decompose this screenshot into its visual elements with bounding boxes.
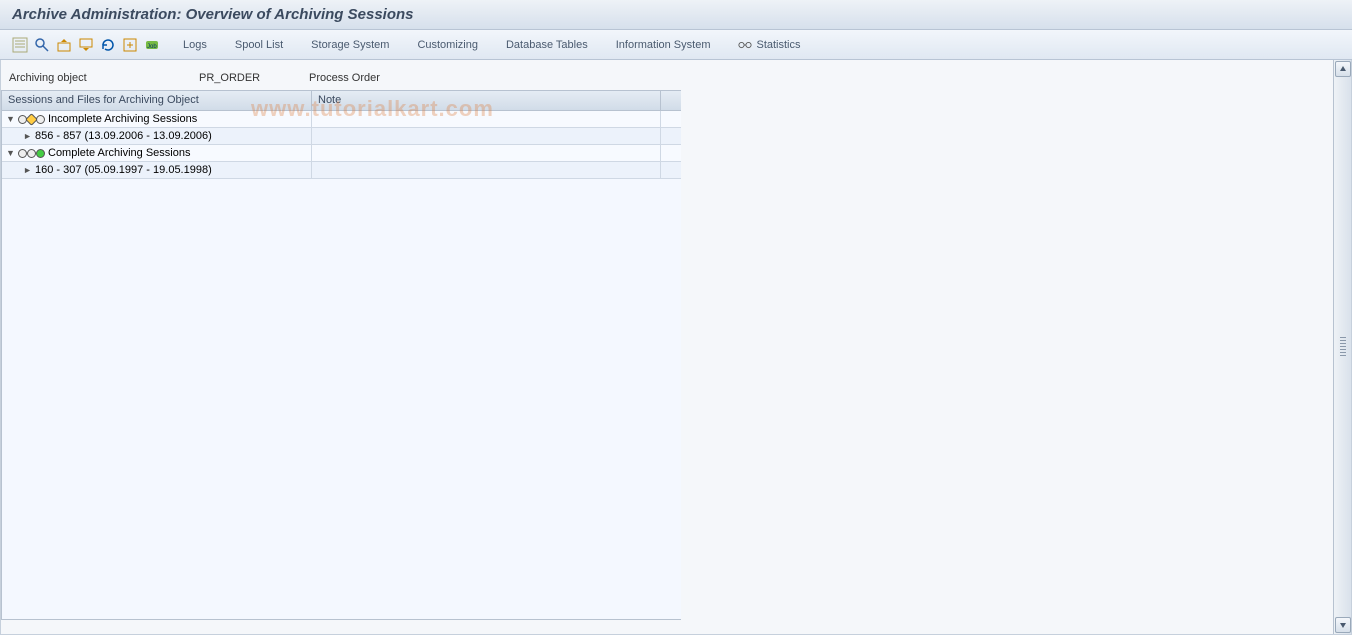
tree-group-incomplete[interactable]: Incomplete Archiving Sessions <box>2 111 681 128</box>
logs-label: Logs <box>183 39 207 51</box>
expand-toggle-icon[interactable] <box>23 132 32 141</box>
expand-toggle-icon[interactable] <box>6 115 15 124</box>
scrollbar-grip-icon[interactable] <box>1340 337 1346 357</box>
database-tables-button[interactable]: Database Tables <box>497 35 597 55</box>
jobs-icon[interactable]: Job <box>142 35 162 55</box>
spool-label: Spool List <box>235 39 283 51</box>
status-lights-complete-icon <box>18 149 45 158</box>
info-label: Information System <box>616 39 711 51</box>
scroll-up-icon[interactable] <box>1335 61 1351 77</box>
customizing-button[interactable]: Customizing <box>408 35 487 55</box>
stats-label: Statistics <box>756 39 800 51</box>
statistics-button[interactable]: Statistics <box>729 35 809 55</box>
custom-label: Customizing <box>417 39 478 51</box>
glasses-icon <box>738 39 752 51</box>
detail-list-icon[interactable] <box>10 35 30 55</box>
information-system-button[interactable]: Information System <box>607 35 720 55</box>
svg-text:Job: Job <box>147 44 157 50</box>
export-down-icon[interactable] <box>76 35 96 55</box>
storage-label: Storage System <box>311 39 389 51</box>
content-area: www.tutorialkart.com Archiving object PR… <box>0 60 1352 635</box>
page-title: Archive Administration: Overview of Arch… <box>12 6 414 23</box>
tree-header: Sessions and Files for Archiving Object … <box>2 91 681 111</box>
application-toolbar: Job Logs Spool List Storage System Custo… <box>0 30 1352 60</box>
tree-group-complete[interactable]: Complete Archiving Sessions <box>2 145 681 162</box>
tree-group-incomplete-label: Incomplete Archiving Sessions <box>48 113 197 125</box>
tree-leaf-row[interactable]: 160 - 307 (05.09.1997 - 19.05.1998) <box>2 162 681 179</box>
db-label: Database Tables <box>506 39 588 51</box>
expand-toggle-icon[interactable] <box>6 149 15 158</box>
tree-header-blank <box>661 91 681 110</box>
refresh-icon[interactable] <box>98 35 118 55</box>
archiving-object-desc: Process Order <box>309 72 380 84</box>
storage-system-button[interactable]: Storage System <box>302 35 398 55</box>
tree-header-col1[interactable]: Sessions and Files for Archiving Object <box>2 91 312 110</box>
spool-list-button[interactable]: Spool List <box>226 35 292 55</box>
logs-button[interactable]: Logs <box>174 35 216 55</box>
status-lights-incomplete-icon <box>18 115 45 124</box>
archiving-object-label: Archiving object <box>9 72 119 84</box>
tree-body-blank <box>2 179 681 619</box>
tree-leaf-row[interactable]: 856 - 857 (13.09.2006 - 13.09.2006) <box>2 128 681 145</box>
tree-header-col2[interactable]: Note <box>312 91 661 110</box>
export-up-icon[interactable] <box>54 35 74 55</box>
sessions-tree-table: Sessions and Files for Archiving Object … <box>1 90 681 620</box>
archiving-object-code: PR_ORDER <box>199 72 289 84</box>
tree-leaf-label: 160 - 307 (05.09.1997 - 19.05.1998) <box>35 164 212 176</box>
expand-toggle-icon[interactable] <box>23 166 32 175</box>
archiving-object-row: Archiving object PR_ORDER Process Order <box>1 72 1351 90</box>
vertical-scrollbar[interactable] <box>1333 60 1351 634</box>
search-icon[interactable] <box>32 35 52 55</box>
tree-leaf-label: 856 - 857 (13.09.2006 - 13.09.2006) <box>35 130 212 142</box>
scroll-down-icon[interactable] <box>1335 617 1351 633</box>
title-bar: Archive Administration: Overview of Arch… <box>0 0 1352 30</box>
execute-icon[interactable] <box>120 35 140 55</box>
tree-group-complete-label: Complete Archiving Sessions <box>48 147 190 159</box>
